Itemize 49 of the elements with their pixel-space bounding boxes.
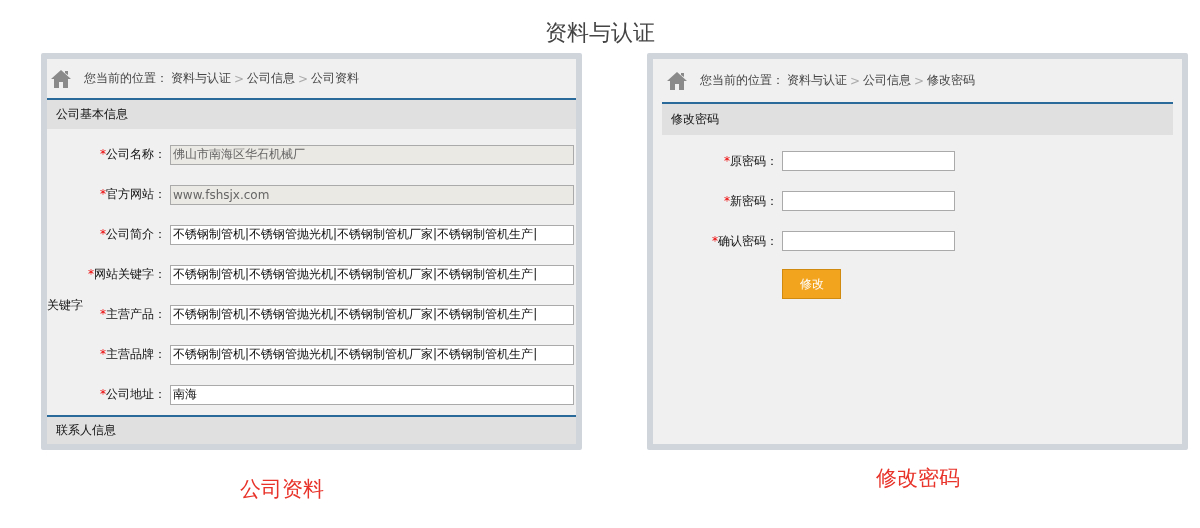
caption: 修改密码 <box>874 465 961 492</box>
required-mark: * <box>724 193 730 208</box>
field-label: 网站关键字： <box>94 267 166 282</box>
required-mark: * <box>100 147 106 162</box>
field-label: 官方网站： <box>106 187 166 202</box>
breadcrumb-link[interactable]: 资料与认证 <box>787 72 847 89</box>
breadcrumb-link[interactable]: 公司信息 <box>863 72 912 89</box>
breadcrumb-separator: > <box>234 71 245 86</box>
breadcrumb-link[interactable]: 公司信息 <box>247 70 296 88</box>
field-label: 公司名称： <box>106 147 166 162</box>
home-icon[interactable] <box>667 71 687 90</box>
input-field[interactable] <box>782 191 955 211</box>
section-header: 修改密码 <box>662 104 1173 135</box>
input-field[interactable] <box>782 151 955 171</box>
section-header: 公司基本信息 <box>47 100 576 129</box>
input-field[interactable] <box>782 231 955 251</box>
required-mark: * <box>100 307 106 322</box>
required-mark: * <box>100 187 106 202</box>
required-mark: * <box>100 227 106 242</box>
input-field[interactable]: 南海 <box>170 384 574 405</box>
field-label: 确认密码： <box>718 233 778 248</box>
breadcrumb-label: 您当前的位置： <box>84 70 168 88</box>
field-label: 公司简介： <box>106 227 166 242</box>
field-label: 主营品牌： <box>106 347 166 362</box>
caption: 公司资料 <box>238 476 325 503</box>
home-icon[interactable] <box>51 69 71 88</box>
field-label: 主营产品： <box>106 307 166 322</box>
breadcrumb-label: 您当前的位置： <box>700 72 784 89</box>
breadcrumb-link[interactable]: 资料与认证 <box>171 70 231 88</box>
required-mark: * <box>100 387 106 402</box>
breadcrumb-separator: > <box>914 73 925 88</box>
input-field[interactable]: 不锈钢制管机|不锈钢管抛光机|不锈钢制管机厂家|不锈钢制管机生产| <box>170 224 574 245</box>
required-mark: * <box>100 347 106 362</box>
input-field[interactable]: 不锈钢制管机|不锈钢管抛光机|不锈钢制管机厂家|不锈钢制管机生产| <box>170 304 574 325</box>
breadcrumb-separator: > <box>298 71 309 86</box>
input-field[interactable]: 不锈钢制管机|不锈钢管抛光机|不锈钢制管机厂家|不锈钢制管机生产| <box>170 264 574 285</box>
input-field[interactable]: 不锈钢制管机|不锈钢管抛光机|不锈钢制管机厂家|不锈钢制管机生产| <box>170 344 574 365</box>
field-label: 原密码： <box>730 153 778 168</box>
section-header: 联系人信息 <box>47 414 576 444</box>
required-mark: * <box>88 267 94 282</box>
breadcrumb-link[interactable]: 公司资料 <box>311 70 360 88</box>
field-label: 新密码： <box>730 193 778 208</box>
required-mark: * <box>712 233 718 248</box>
field-label: 公司地址： <box>106 387 166 402</box>
breadcrumb-separator: > <box>850 73 861 88</box>
breadcrumb-link[interactable]: 修改密码 <box>927 72 976 89</box>
field-label: 关键字 <box>47 296 83 314</box>
required-mark: * <box>724 153 730 168</box>
page-title: 资料与认证 <box>544 19 656 47</box>
